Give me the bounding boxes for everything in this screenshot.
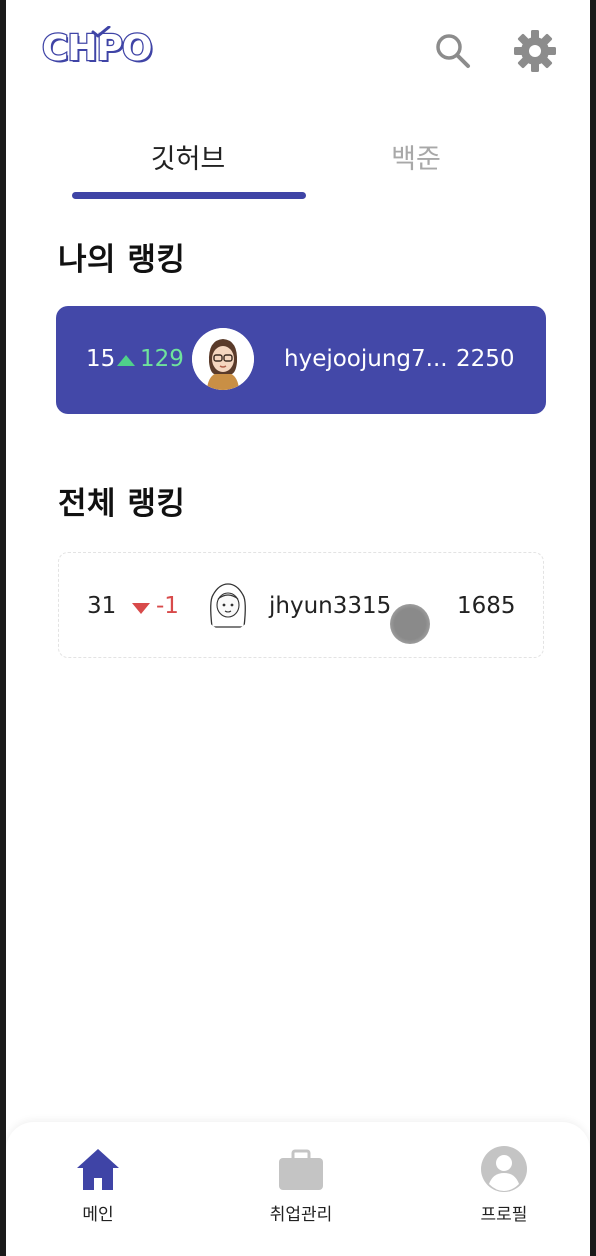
my-avatar xyxy=(192,328,254,390)
ranking-tabs: 깃허브 백준 xyxy=(6,120,590,202)
user-icon xyxy=(481,1146,527,1192)
nav-item-jobs[interactable]: 취업관리 xyxy=(246,1144,356,1225)
nav-label-jobs: 취업관리 xyxy=(269,1205,333,1225)
my-rank-change: 129 xyxy=(140,346,184,372)
nav-item-profile[interactable]: 프로필 xyxy=(449,1144,559,1225)
app-screen: CHPO 깃허브 백준 나의 랭킹 15 129 hyejoojung7... … xyxy=(6,0,590,1256)
my-ranking-card[interactable]: 15 129 hyejoojung7... 2250 xyxy=(56,306,546,414)
bottom-navigation: 메인 취업관리 프로필 xyxy=(6,1122,590,1256)
my-rank: 15 xyxy=(86,346,116,372)
logo-check-icon xyxy=(91,26,111,38)
row-rank: 31 xyxy=(87,593,117,619)
my-ranking-title: 나의 랭킹 xyxy=(58,242,186,278)
row-rank-change: -1 xyxy=(156,593,179,619)
tab-baekjoon[interactable]: 백준 xyxy=(296,140,536,184)
nav-item-main[interactable]: 메인 xyxy=(43,1144,153,1225)
nav-label-main: 메인 xyxy=(82,1205,114,1225)
active-tab-indicator xyxy=(72,192,306,199)
row-score: 1685 xyxy=(457,593,516,619)
row-username: jhyun3315 xyxy=(269,593,392,619)
ranking-row[interactable]: 31 -1 jhyun3315 1685 xyxy=(58,552,544,658)
rank-down-icon xyxy=(132,603,150,614)
search-icon[interactable] xyxy=(430,28,476,74)
row-avatar xyxy=(203,581,253,631)
tab-github[interactable]: 깃허브 xyxy=(68,140,308,184)
touch-indicator xyxy=(390,604,430,644)
gear-icon[interactable] xyxy=(512,28,558,74)
briefcase-icon xyxy=(279,1149,323,1190)
home-icon xyxy=(77,1149,119,1190)
rank-up-icon xyxy=(117,355,135,366)
header: CHPO xyxy=(6,0,590,110)
my-score: 2250 xyxy=(456,346,515,372)
all-ranking-title: 전체 랭킹 xyxy=(58,486,186,522)
nav-label-profile: 프로필 xyxy=(480,1205,528,1225)
my-username: hyejoojung7... xyxy=(284,346,448,372)
